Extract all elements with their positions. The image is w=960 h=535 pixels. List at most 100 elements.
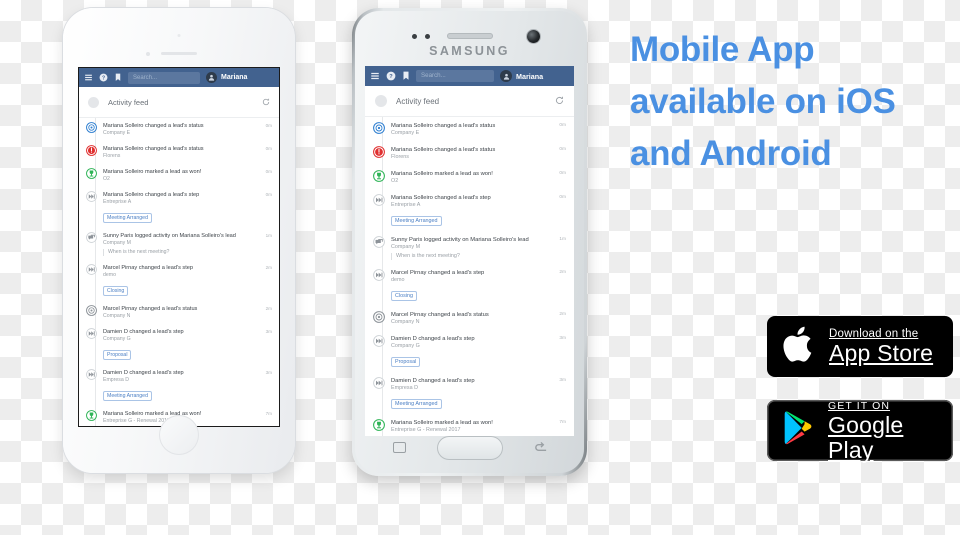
activity-item-head: Damien D changed a lead's step 3m [391,377,566,385]
crm-app-iphone: ? Search... Mariana Activity feed Marian… [79,68,279,426]
activity-item-quote: When is the next meeting? [391,252,566,260]
back-button[interactable] [533,440,548,455]
activity-item-tag[interactable]: Closing [391,290,417,301]
home-button[interactable] [159,415,199,455]
activity-item-title: Mariana Solleiro changed a lead's status [103,123,204,129]
google-play-line2: Google Play [828,411,904,463]
activity-item[interactable]: Mariana Solleiro marked a lead as won! 0m… [365,165,574,189]
activity-item-body: Mariana Solleiro changed a lead's status… [391,146,566,161]
activity-item-tag[interactable]: Meeting Arranged [103,213,152,223]
hamburger-menu-icon[interactable] [370,71,380,81]
activity-item[interactable]: Sunny Paris logged activity on Mariana S… [365,231,574,264]
activity-item-time: 3m [265,370,272,375]
activity-item-body: Damien D changed a lead's step 3m Company … [103,328,272,361]
activity-item-head: Mariana Solleiro changed a lead's status… [103,145,272,153]
activity-item-head: Marcel Pirnay changed a lead's step 2m [391,269,566,277]
activity-item[interactable]: Mariana Solleiro marked a lead as won! 0m… [79,164,279,187]
activity-item-tag[interactable]: Proposal [391,356,421,367]
activity-item-tag-row: Proposal [103,343,272,361]
activity-item-time: 0m [559,170,566,176]
activity-item[interactable]: Marcel Pirnay changed a lead's status 2m C… [79,301,279,324]
activity-item[interactable]: Mariana Solleiro changed a lead's step 0m… [79,187,279,228]
activity-item-title: Damien D changed a lead's step [103,370,184,376]
activity-item[interactable]: Mariana Solleiro changed a lead's status… [365,117,574,141]
google-play-line1: GET IT ON [828,399,891,412]
activity-item[interactable]: Mariana Solleiro changed a lead's status… [79,118,279,141]
activity-item-head: Damien D changed a lead's step 3m [103,369,272,377]
hamburger-menu-icon[interactable] [84,73,93,82]
activity-item-title: Marcel Pirnay changed a lead's status [391,311,489,318]
help-circle-icon[interactable]: ? [99,73,108,82]
activity-item-tag[interactable]: Meeting Arranged [103,391,152,401]
activity-item[interactable]: Marcel Pirnay changed a lead's status 2m C… [365,306,574,330]
search-input[interactable]: Search... [128,71,200,84]
activity-item[interactable]: Mariana Solleiro changed a lead's step 0m… [365,189,574,231]
activity-item-head: Marcel Pirnay changed a lead's status 2m [391,311,566,319]
user-menu[interactable]: Mariana [500,70,543,82]
refresh-icon[interactable] [262,93,270,111]
feed-title: Activity feed [396,96,440,106]
activity-item[interactable]: Mariana Solleiro marked a lead as won! 7m… [365,414,574,436]
activity-item[interactable]: Mariana Solleiro changed a lead's status… [365,141,574,165]
activity-item-title: Mariana Solleiro marked a lead as won! [391,170,493,177]
user-menu[interactable]: Mariana [206,72,247,83]
activity-item-body: Damien D changed a lead's step 3m Company … [391,335,566,368]
activity-item[interactable]: Sunny Paris logged activity on Mariana S… [79,228,279,260]
activity-item-tag[interactable]: Meeting Arranged [391,215,442,226]
activity-feed-list-samsung[interactable]: Mariana Solleiro changed a lead's status… [365,117,574,436]
activity-item-body: Marcel Pirnay changed a lead's step 2m dem… [391,269,566,302]
activity-item-time: 0m [559,146,566,152]
target-icon [86,122,97,133]
user-avatar-icon [500,70,512,82]
front-camera-icon [527,30,540,43]
activity-item-title: Mariana Solleiro changed a lead's status [391,122,496,129]
activity-item-tag[interactable]: Closing [103,286,129,296]
app-header: ? Search... Mariana [79,68,279,87]
activity-item[interactable]: Marcel Pirnay changed a lead's step 2m dem… [365,264,574,306]
activity-item-subtitle: Entreprise A [103,199,132,205]
activity-item-body: Marcel Pirnay changed a lead's status 2m C… [103,305,272,320]
alert-icon [373,145,385,158]
app-store-badge-text: Download on the App Store [829,327,933,366]
activity-item[interactable]: Damien D changed a lead's step 3m Company … [79,324,279,365]
activity-item-head: Mariana Solleiro changed a lead's status… [391,146,566,154]
crm-app-samsung: ? Search... Mariana Activity feed Marian… [365,66,574,436]
next-step-icon [373,193,385,206]
app-store-badge[interactable]: Download on the App Store [767,316,953,377]
trophy-icon [373,418,385,431]
activity-item-tag[interactable]: Meeting Arranged [391,398,442,409]
bookmark-icon[interactable] [114,73,122,82]
google-play-logo-icon [783,410,816,452]
activity-item-time: 7m [559,419,566,425]
activity-item[interactable]: Damien D changed a lead's step 3m Company … [365,330,574,372]
activity-item-time: 0m [559,194,566,200]
activity-item-quote: When is the next meeting? [103,249,272,256]
activity-feed-list-iphone[interactable]: Mariana Solleiro changed a lead's status… [79,118,279,426]
activity-item-time: 2m [265,306,272,311]
activity-item[interactable]: Mariana Solleiro changed a lead's status… [79,141,279,164]
help-circle-icon[interactable]: ? [386,71,396,81]
activity-item[interactable]: Damien D changed a lead's step 3m Empresa … [365,372,574,414]
google-play-badge[interactable]: GET IT ON Google Play [767,399,953,463]
activity-item-head: Mariana Solleiro changed a lead's status… [103,122,272,130]
refresh-icon[interactable] [555,92,564,110]
activity-item-body: Mariana Solleiro marked a lead as won! 0m… [391,170,566,185]
search-input[interactable]: Search... [416,70,494,82]
activity-item-time: 2m [559,269,566,275]
home-button[interactable] [436,436,503,460]
activity-item-title: Mariana Solleiro changed a lead's step [103,192,200,198]
bookmark-icon[interactable] [402,71,410,81]
activity-item-tag[interactable]: Proposal [103,350,132,360]
activity-item-body: Mariana Solleiro marked a lead as won! 7m… [391,419,566,434]
activity-item-subtitle: Company M [391,243,421,250]
activity-item-body: Mariana Solleiro marked a lead as won! 0m… [103,168,272,183]
feed-title: Activity feed [108,97,149,107]
activity-item-title: Damien D changed a lead's step [103,329,184,335]
feed-bullet-icon [375,95,387,107]
activity-item[interactable]: Marcel Pirnay changed a lead's step 2m dem… [79,260,279,301]
activity-item[interactable]: Damien D changed a lead's step 3m Empresa … [79,365,279,406]
trophy-icon [373,169,385,182]
activity-item-subtitle: Empresa D [391,384,418,391]
recents-button[interactable] [393,442,406,453]
activity-item-title: Mariana Solleiro changed a lead's step [391,194,491,201]
